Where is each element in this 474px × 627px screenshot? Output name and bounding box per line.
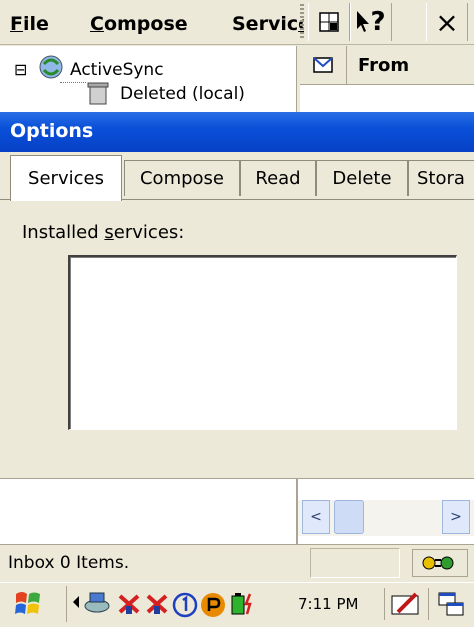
dialog-title: Options bbox=[10, 120, 94, 142]
tray-scroll-left-icon[interactable] bbox=[72, 592, 80, 617]
toolbar-separator bbox=[300, 4, 304, 40]
tab-services[interactable]: Services bbox=[10, 155, 122, 201]
menu-compose[interactable]: Compose bbox=[90, 13, 188, 35]
from-column-header[interactable]: From bbox=[358, 55, 409, 76]
wireless-off-icon[interactable] bbox=[116, 592, 142, 621]
tab-read[interactable]: Read bbox=[240, 160, 316, 196]
status-text: Inbox 0 Items. bbox=[8, 553, 130, 573]
tab-compose[interactable]: Compose bbox=[124, 160, 240, 196]
preview-pane bbox=[0, 478, 296, 545]
start-menu-icon[interactable] bbox=[12, 588, 44, 620]
task-switch-icon[interactable] bbox=[436, 590, 466, 623]
tree-item-deleted[interactable]: Deleted (local) bbox=[120, 84, 245, 104]
scroll-left-button[interactable]: < bbox=[302, 500, 330, 534]
installed-services-label: Installed services: bbox=[22, 222, 185, 243]
installed-services-list[interactable] bbox=[68, 255, 457, 430]
tray-separator bbox=[384, 588, 385, 620]
menu-file[interactable]: File bbox=[10, 13, 49, 35]
connection-status-icon[interactable] bbox=[412, 549, 468, 577]
message-type-column[interactable] bbox=[300, 46, 347, 84]
menu-services[interactable]: Service bbox=[232, 13, 304, 35]
power-profile-icon[interactable] bbox=[200, 592, 226, 623]
close-button[interactable]: × bbox=[426, 3, 468, 41]
dialog-title-bar: Options bbox=[0, 112, 474, 152]
bluetooth-off-icon[interactable] bbox=[144, 592, 170, 621]
scroll-thumb[interactable] bbox=[334, 500, 364, 534]
tab-storage[interactable]: Stora bbox=[408, 160, 474, 196]
tab-delete[interactable]: Delete bbox=[316, 160, 408, 196]
activesync-icon bbox=[38, 54, 64, 85]
message-list-header: From bbox=[300, 46, 474, 85]
tray-separator-2 bbox=[428, 588, 429, 620]
battery-icon[interactable] bbox=[228, 590, 258, 623]
scroll-right-button[interactable]: > bbox=[442, 500, 470, 534]
tree-item-activesync[interactable]: ActiveSync bbox=[70, 60, 164, 80]
tree-connector bbox=[60, 82, 86, 84]
envelope-icon bbox=[313, 57, 333, 73]
arrow-help-icon bbox=[357, 11, 370, 32]
horizontal-scrollbar[interactable]: < > bbox=[298, 500, 474, 536]
status-cell bbox=[310, 548, 400, 578]
keyboard-grid-icon bbox=[319, 12, 339, 32]
profile-one-icon[interactable] bbox=[172, 592, 198, 623]
message-list[interactable] bbox=[300, 85, 474, 113]
input-panel-icon[interactable] bbox=[390, 590, 422, 623]
deleted-folder-icon bbox=[86, 80, 110, 111]
clock[interactable]: 7:11 PM bbox=[298, 595, 358, 613]
help-button[interactable]: ? bbox=[350, 3, 392, 41]
network-icon[interactable] bbox=[82, 590, 112, 621]
sip-toggle-button[interactable] bbox=[308, 3, 350, 41]
tree-expander-icon[interactable]: ⊟ bbox=[14, 60, 27, 79]
